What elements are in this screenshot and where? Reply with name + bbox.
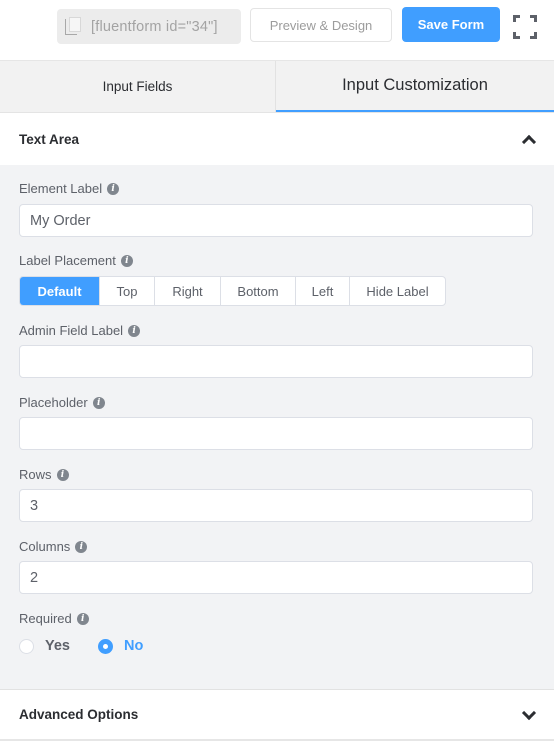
shortcode-text: [fluentform id="34"] [91,18,218,35]
element-label-input[interactable]: My Order [19,204,533,237]
admin-field-label-input[interactable] [19,345,533,378]
placement-bottom-button[interactable]: Bottom [220,277,295,305]
info-icon[interactable]: i [92,396,105,409]
required-radio-group: Yes No [19,638,171,654]
chevron-down-icon[interactable] [521,708,535,722]
shortcode-copy-button[interactable]: [fluentform id="34"] [57,9,241,44]
placeholder-input[interactable] [19,417,533,450]
placement-top-button[interactable]: Top [99,277,154,305]
advanced-options-header[interactable]: Advanced Options [0,689,554,741]
info-icon[interactable]: i [128,324,141,337]
admin-field-label-label: Admin Field Label i [19,323,141,338]
settings-panel: Element Label i My Order Label Placement… [0,165,554,689]
required-yes-radio[interactable]: Yes [19,638,70,654]
tab-input-customization[interactable]: Input Customization [276,61,554,112]
element-label-label: Element Label i [19,181,120,196]
chevron-up-icon[interactable] [521,133,535,147]
rows-input[interactable]: 3 [19,489,533,522]
fullscreen-icon[interactable] [513,15,537,39]
placement-hide-label-button[interactable]: Hide Label [349,277,445,305]
text-area-section-header[interactable]: Text Area [0,114,554,165]
radio-circle[interactable] [19,638,34,654]
label-placement-group: Default Top Right Bottom Left Hide Label [19,276,446,306]
required-label: Required i [19,611,89,626]
panel-tabs: Input Fields Input Customization [0,60,554,113]
info-icon[interactable]: i [75,540,88,553]
top-toolbar: [fluentform id="34"] Preview & Design Sa… [0,0,554,60]
tab-input-fields[interactable]: Input Fields [0,61,276,112]
preview-design-button[interactable]: Preview & Design [250,8,392,42]
rows-label: Rows i [19,467,69,482]
info-icon[interactable]: i [76,612,89,625]
required-no-radio[interactable]: No [98,638,143,654]
label-placement-label: Label Placement i [19,253,133,268]
section-title: Text Area [19,132,80,147]
copy-icon [65,16,83,37]
info-icon[interactable]: i [56,468,69,481]
info-icon[interactable]: i [120,254,133,267]
placement-default-button[interactable]: Default [20,277,99,305]
columns-label: Columns i [19,539,88,554]
info-icon[interactable]: i [107,182,120,195]
placeholder-label: Placeholder i [19,395,105,410]
placement-right-button[interactable]: Right [154,277,220,305]
advanced-options-title: Advanced Options [19,707,139,722]
placement-left-button[interactable]: Left [295,277,349,305]
save-form-button[interactable]: Save Form [402,7,500,42]
columns-input[interactable]: 2 [19,561,533,594]
radio-circle[interactable] [98,638,113,654]
